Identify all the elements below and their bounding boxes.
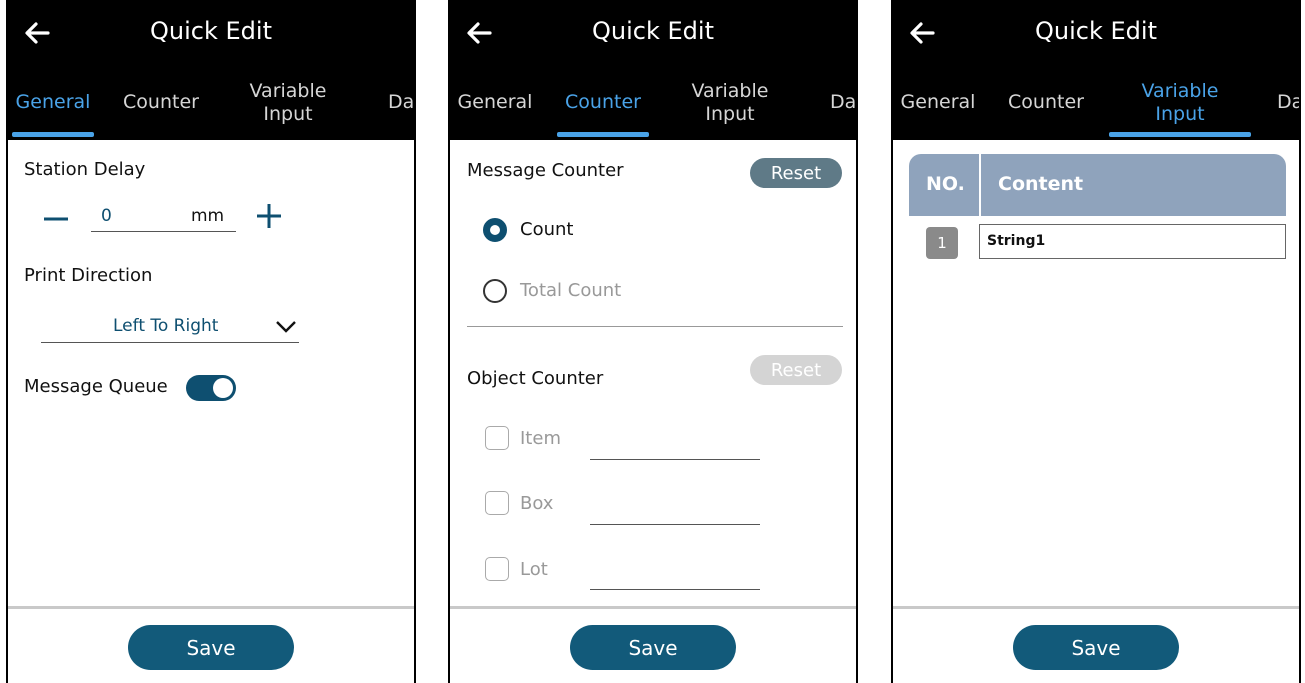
tab-general[interactable]: General <box>893 65 983 140</box>
save-button[interactable]: Save <box>570 625 736 670</box>
content-input[interactable]: String1 <box>979 224 1286 259</box>
counter-content: Message Counter Reset Count Total Count … <box>450 140 856 608</box>
station-delay-label: Station Delay <box>24 159 146 180</box>
save-button[interactable]: Save <box>1013 625 1179 670</box>
message-queue-toggle[interactable] <box>186 375 236 401</box>
chevron-down-icon <box>276 321 296 333</box>
box-label: Box <box>520 493 554 514</box>
item-field[interactable] <box>590 458 760 460</box>
table-header: NO. Content <box>909 154 1286 216</box>
variable-input-content: NO. Content <box>893 140 1299 608</box>
item-checkbox[interactable] <box>485 426 509 450</box>
tab-data[interactable]: Da <box>1277 65 1299 140</box>
divider <box>467 326 843 327</box>
page-title: Quick Edit <box>1035 17 1157 45</box>
tab-counter[interactable]: Counter <box>106 65 216 140</box>
object-counter-label: Object Counter <box>467 368 604 389</box>
count-radio[interactable] <box>483 218 507 242</box>
title-bar: Quick Edit <box>8 0 414 65</box>
tab-data[interactable]: Da <box>388 65 414 140</box>
message-queue-label: Message Queue <box>24 376 168 397</box>
page-title: Quick Edit <box>150 17 272 45</box>
screen-variable-input: Quick Edit General Counter Variable Inpu… <box>891 0 1301 683</box>
box-checkbox[interactable] <box>485 491 509 515</box>
total-count-radio[interactable] <box>483 279 507 303</box>
count-label: Count <box>520 219 574 240</box>
footer: Save <box>8 606 414 683</box>
lot-label: Lot <box>520 559 548 580</box>
footer: Save <box>893 606 1299 683</box>
lot-field[interactable] <box>590 588 760 590</box>
tab-counter[interactable]: Counter <box>991 65 1101 140</box>
message-counter-reset-button[interactable]: Reset <box>750 158 842 188</box>
toggle-knob <box>213 378 233 398</box>
total-count-label: Total Count <box>520 280 622 301</box>
col-no-header: NO. <box>926 173 965 195</box>
station-delay-field[interactable]: 0 mm <box>91 203 236 232</box>
print-direction-label: Print Direction <box>24 265 153 286</box>
column-divider <box>979 154 981 216</box>
general-content: Station Delay 0 mm Print Direction Left … <box>8 140 414 608</box>
tab-variable-input[interactable]: Variable Input <box>233 65 343 140</box>
tab-variable-input[interactable]: Variable Input <box>1107 65 1253 140</box>
tab-bar: General Counter Variable Input Da <box>450 65 856 140</box>
screen-general: Quick Edit General Counter Variable Inpu… <box>6 0 416 683</box>
tab-bar: General Counter Variable Input Da <box>8 65 414 140</box>
object-counter-reset-button[interactable]: Reset <box>750 355 842 385</box>
save-button[interactable]: Save <box>128 625 294 670</box>
screen-counter: Quick Edit General Counter Variable Inpu… <box>448 0 858 683</box>
tab-data[interactable]: Da <box>830 65 856 140</box>
row-number: 1 <box>926 227 958 259</box>
item-label: Item <box>520 428 561 449</box>
box-field[interactable] <box>590 523 760 525</box>
tab-general[interactable]: General <box>8 65 98 140</box>
tab-bar: General Counter Variable Input Da <box>893 65 1299 140</box>
tab-variable-input[interactable]: Variable Input <box>675 65 785 140</box>
title-bar: Quick Edit <box>450 0 856 65</box>
minus-icon[interactable] <box>42 207 70 231</box>
print-direction-dropdown[interactable]: Left To Right <box>41 314 299 343</box>
footer: Save <box>450 606 856 683</box>
page-title: Quick Edit <box>592 17 714 45</box>
plus-icon[interactable] <box>256 203 282 229</box>
message-counter-label: Message Counter <box>467 160 624 181</box>
col-content-header: Content <box>998 173 1084 195</box>
title-bar: Quick Edit <box>893 0 1299 65</box>
tab-general[interactable]: General <box>450 65 540 140</box>
lot-checkbox[interactable] <box>485 557 509 581</box>
tab-counter[interactable]: Counter <box>548 65 658 140</box>
